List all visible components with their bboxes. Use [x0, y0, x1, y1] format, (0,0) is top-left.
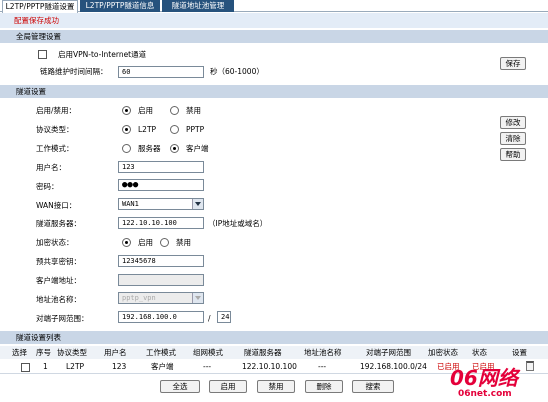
pool-select[interactable]: pptp_vpn — [118, 292, 204, 304]
enable-on-label: 启用 — [138, 106, 153, 115]
tab-bar: L2TP/PPTP隧道设置 L2TP/PPTP隧道信息 隧道地址池管理 — [0, 0, 548, 13]
col-server: 隧道服务器 — [244, 348, 282, 357]
col-index: 序号 — [36, 348, 51, 357]
tab-tunnel-info[interactable]: L2TP/PPTP隧道信息 — [80, 0, 160, 12]
row-pool: --- — [318, 362, 327, 371]
protocol-l2tp-radio[interactable] — [122, 125, 131, 134]
search-button[interactable]: 搜索 — [352, 380, 394, 393]
select-all-button[interactable]: 全选 — [160, 380, 200, 393]
client-address-label: 客户端地址： — [36, 276, 81, 285]
enable-off-radio[interactable] — [170, 106, 179, 115]
password-label: 密码： — [36, 182, 59, 191]
col-protocol: 协议类型 — [57, 348, 87, 357]
encrypt-off-radio[interactable] — [160, 238, 169, 247]
col-username: 用户名 — [104, 348, 127, 357]
wan-select-value: WAN1 — [122, 200, 139, 208]
username-input[interactable]: 123 — [118, 161, 204, 173]
enable-label: 启用/禁用： — [36, 106, 77, 115]
col-settings: 设置 — [512, 348, 527, 357]
col-pool: 地址池名称 — [304, 348, 342, 357]
wan-select[interactable]: WAN1 — [118, 198, 204, 210]
chevron-down-icon — [192, 293, 203, 303]
mode-label: 工作模式： — [36, 144, 74, 153]
server-input[interactable]: 122.10.10.100 — [118, 217, 204, 229]
password-input[interactable]: ●●● — [118, 179, 204, 191]
username-label: 用户名： — [36, 163, 66, 172]
server-hint: （IP地址或域名） — [208, 219, 268, 228]
clear-button[interactable]: 清除 — [500, 132, 526, 145]
col-select: 选择 — [12, 348, 27, 357]
row-index: 1 — [43, 362, 48, 371]
keepalive-label: 链路维护时间间隔： — [40, 67, 108, 76]
peer-range-label: 对端子网范围： — [36, 314, 89, 323]
mode-client-radio[interactable] — [170, 144, 179, 153]
peer-mask-separator: / — [208, 314, 211, 323]
peer-mask-input[interactable]: 24 — [217, 311, 231, 323]
row-protocol: L2TP — [66, 362, 85, 371]
row-peer-range: 192.168.100.0/24 — [360, 362, 427, 371]
mode-server-radio[interactable] — [122, 144, 131, 153]
status-message: 配置保存成功 — [0, 13, 548, 28]
row-server: 122.10.10.100 — [242, 362, 297, 371]
row-select-checkbox[interactable] — [21, 363, 30, 372]
row-username: 123 — [112, 362, 127, 371]
encrypt-on-label: 启用 — [138, 238, 153, 247]
encrypt-on-radio[interactable] — [122, 238, 131, 247]
row-net-mode: --- — [203, 362, 212, 371]
protocol-pptp-radio[interactable] — [170, 125, 179, 134]
enable-button[interactable]: 启用 — [209, 380, 247, 393]
psk-label: 预共享密钥： — [36, 257, 81, 266]
peer-ip-input[interactable]: 192.168.100.0 — [118, 311, 204, 323]
col-mode: 工作模式 — [146, 348, 176, 357]
psk-input[interactable]: 12345678 — [118, 255, 204, 267]
mode-client-label: 客户端 — [186, 144, 209, 153]
watermark-main: 06网络 — [450, 366, 518, 390]
pool-label: 地址池名称： — [36, 295, 81, 304]
wan-label: WAN接口： — [36, 201, 77, 210]
encrypt-off-label: 禁用 — [176, 238, 191, 247]
col-encrypt: 加密状态 — [428, 348, 458, 357]
section-global-title: 全局管理设置 — [0, 30, 548, 43]
section-tunnel-title: 隧道设置 — [0, 85, 548, 98]
pool-select-value: pptp_vpn — [122, 294, 156, 302]
enable-vpn-label: 启用VPN-to-Internet通道 — [58, 50, 147, 59]
protocol-l2tp-label: L2TP — [138, 125, 157, 134]
server-label: 隧道服务器： — [36, 219, 81, 228]
section-list-title: 隧道设置列表 — [0, 331, 548, 344]
col-peer-range: 对端子网范围 — [366, 348, 411, 357]
watermark-sub: 06net.com — [458, 389, 512, 399]
mode-server-label: 服务器 — [138, 144, 161, 153]
enable-off-label: 禁用 — [186, 106, 201, 115]
delete-button[interactable]: 删除 — [305, 380, 343, 393]
watermark-logo: 06网络 06net.com — [430, 368, 546, 400]
tab-address-pool[interactable]: 隧道地址池管理 — [162, 0, 234, 12]
keepalive-unit: 秒（60-1000） — [210, 67, 264, 76]
enable-vpn-checkbox[interactable] — [38, 50, 47, 59]
tab-tunnel-settings[interactable]: L2TP/PPTP隧道设置 — [2, 0, 78, 13]
client-address-input[interactable] — [118, 274, 204, 286]
col-status: 状态 — [472, 348, 487, 357]
enable-on-radio[interactable] — [122, 106, 131, 115]
save-button[interactable]: 保存 — [500, 57, 526, 70]
keepalive-input[interactable]: 60 — [118, 66, 204, 78]
modify-button[interactable]: 修改 — [500, 116, 526, 129]
help-button[interactable]: 帮助 — [500, 148, 526, 161]
disable-button[interactable]: 禁用 — [257, 380, 295, 393]
encrypt-label: 加密状态： — [36, 238, 74, 247]
chevron-down-icon — [192, 199, 203, 209]
protocol-pptp-label: PPTP — [186, 125, 205, 134]
protocol-label: 协议类型： — [36, 125, 74, 134]
col-net-mode: 组网模式 — [193, 348, 223, 357]
row-mode: 客户端 — [151, 362, 174, 371]
